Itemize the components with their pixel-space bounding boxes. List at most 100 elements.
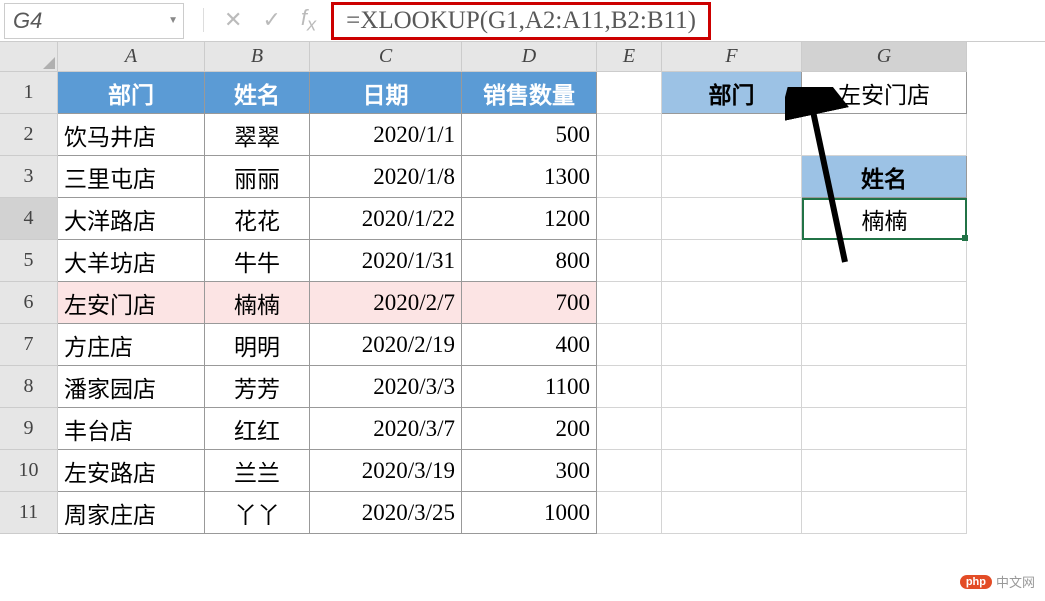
cell-B5[interactable]: 牛牛 bbox=[205, 240, 310, 282]
cell-C3[interactable]: 2020/1/8 bbox=[310, 156, 462, 198]
cell-G7[interactable] bbox=[802, 324, 967, 366]
cell-C1[interactable]: 日期 bbox=[310, 72, 462, 114]
col-header-A[interactable]: A bbox=[58, 42, 205, 72]
cell-D11[interactable]: 1000 bbox=[462, 492, 597, 534]
row-header-9[interactable]: 9 bbox=[0, 408, 58, 450]
cell-F2[interactable] bbox=[662, 114, 802, 156]
name-box-dropdown-icon[interactable]: ▼ bbox=[168, 15, 178, 26]
col-header-C[interactable]: C bbox=[310, 42, 462, 72]
cell-A1[interactable]: 部门 bbox=[58, 72, 205, 114]
cell-C10[interactable]: 2020/3/19 bbox=[310, 450, 462, 492]
cell-A6[interactable]: 左安门店 bbox=[58, 282, 205, 324]
cell-A10[interactable]: 左安路店 bbox=[58, 450, 205, 492]
cell-C4[interactable]: 2020/1/22 bbox=[310, 198, 462, 240]
col-header-F[interactable]: F bbox=[662, 42, 802, 72]
cell-A4[interactable]: 大洋路店 bbox=[58, 198, 205, 240]
cell-B1[interactable]: 姓名 bbox=[205, 72, 310, 114]
cell-C2[interactable]: 2020/1/1 bbox=[310, 114, 462, 156]
cell-A7[interactable]: 方庄店 bbox=[58, 324, 205, 366]
cell-G5[interactable] bbox=[802, 240, 967, 282]
cell-D7[interactable]: 400 bbox=[462, 324, 597, 366]
cell-B4[interactable]: 花花 bbox=[205, 198, 310, 240]
cell-C6[interactable]: 2020/2/7 bbox=[310, 282, 462, 324]
cell-E4[interactable] bbox=[597, 198, 662, 240]
cell-D4[interactable]: 1200 bbox=[462, 198, 597, 240]
cell-G11[interactable] bbox=[802, 492, 967, 534]
cell-D5[interactable]: 800 bbox=[462, 240, 597, 282]
cell-F1[interactable]: 部门 bbox=[662, 72, 802, 114]
cell-A5[interactable]: 大羊坊店 bbox=[58, 240, 205, 282]
row-header-8[interactable]: 8 bbox=[0, 366, 58, 408]
cell-G8[interactable] bbox=[802, 366, 967, 408]
cell-G9[interactable] bbox=[802, 408, 967, 450]
cell-E8[interactable] bbox=[597, 366, 662, 408]
cell-D1[interactable]: 销售数量 bbox=[462, 72, 597, 114]
cell-B8[interactable]: 芳芳 bbox=[205, 366, 310, 408]
cell-F4[interactable] bbox=[662, 198, 802, 240]
fx-icon[interactable]: fx bbox=[301, 5, 316, 35]
row-header-2[interactable]: 2 bbox=[0, 114, 58, 156]
cell-B10[interactable]: 兰兰 bbox=[205, 450, 310, 492]
cell-F10[interactable] bbox=[662, 450, 802, 492]
cell-E11[interactable] bbox=[597, 492, 662, 534]
cell-F11[interactable] bbox=[662, 492, 802, 534]
col-header-E[interactable]: E bbox=[597, 42, 662, 72]
cell-E5[interactable] bbox=[597, 240, 662, 282]
cell-A8[interactable]: 潘家园店 bbox=[58, 366, 205, 408]
row-header-7[interactable]: 7 bbox=[0, 324, 58, 366]
row-header-1[interactable]: 1 bbox=[0, 72, 58, 114]
cell-C5[interactable]: 2020/1/31 bbox=[310, 240, 462, 282]
enter-icon[interactable]: ✓ bbox=[262, 7, 280, 33]
cell-B11[interactable]: 丫丫 bbox=[205, 492, 310, 534]
cell-A9[interactable]: 丰台店 bbox=[58, 408, 205, 450]
row-header-11[interactable]: 11 bbox=[0, 492, 58, 534]
cell-A2[interactable]: 饮马井店 bbox=[58, 114, 205, 156]
cell-C7[interactable]: 2020/2/19 bbox=[310, 324, 462, 366]
cell-C9[interactable]: 2020/3/7 bbox=[310, 408, 462, 450]
cell-G4-selected[interactable]: 楠楠 bbox=[802, 198, 967, 240]
cell-E10[interactable] bbox=[597, 450, 662, 492]
row-header-10[interactable]: 10 bbox=[0, 450, 58, 492]
cell-A11[interactable]: 周家庄店 bbox=[58, 492, 205, 534]
cell-B9[interactable]: 红红 bbox=[205, 408, 310, 450]
row-header-3[interactable]: 3 bbox=[0, 156, 58, 198]
formula-input-area[interactable]: =XLOOKUP(G1,A2:A11,B2:B11) bbox=[331, 2, 1045, 40]
col-header-D[interactable]: D bbox=[462, 42, 597, 72]
cell-D3[interactable]: 1300 bbox=[462, 156, 597, 198]
cell-G6[interactable] bbox=[802, 282, 967, 324]
cell-B2[interactable]: 翠翠 bbox=[205, 114, 310, 156]
row-header-4[interactable]: 4 bbox=[0, 198, 58, 240]
cell-E7[interactable] bbox=[597, 324, 662, 366]
cell-B6[interactable]: 楠楠 bbox=[205, 282, 310, 324]
cell-D6[interactable]: 700 bbox=[462, 282, 597, 324]
cell-G1[interactable]: 左安门店 bbox=[802, 72, 967, 114]
cell-D8[interactable]: 1100 bbox=[462, 366, 597, 408]
col-header-B[interactable]: B bbox=[205, 42, 310, 72]
cell-E6[interactable] bbox=[597, 282, 662, 324]
cell-G3[interactable]: 姓名 bbox=[802, 156, 967, 198]
name-box[interactable]: G4 ▼ bbox=[4, 3, 184, 39]
col-header-G[interactable]: G bbox=[802, 42, 967, 72]
cell-A3[interactable]: 三里屯店 bbox=[58, 156, 205, 198]
cell-C11[interactable]: 2020/3/25 bbox=[310, 492, 462, 534]
select-all-corner[interactable] bbox=[0, 42, 58, 72]
cell-F8[interactable] bbox=[662, 366, 802, 408]
cell-F5[interactable] bbox=[662, 240, 802, 282]
cell-F7[interactable] bbox=[662, 324, 802, 366]
cell-F6[interactable] bbox=[662, 282, 802, 324]
cell-F3[interactable] bbox=[662, 156, 802, 198]
cell-G2[interactable] bbox=[802, 114, 967, 156]
cell-G10[interactable] bbox=[802, 450, 967, 492]
cell-D10[interactable]: 300 bbox=[462, 450, 597, 492]
cell-C8[interactable]: 2020/3/3 bbox=[310, 366, 462, 408]
row-header-5[interactable]: 5 bbox=[0, 240, 58, 282]
cancel-icon[interactable]: ✕ bbox=[224, 7, 242, 33]
cell-D9[interactable]: 200 bbox=[462, 408, 597, 450]
cell-E2[interactable] bbox=[597, 114, 662, 156]
cell-E3[interactable] bbox=[597, 156, 662, 198]
cell-E9[interactable] bbox=[597, 408, 662, 450]
cell-F9[interactable] bbox=[662, 408, 802, 450]
cell-E1[interactable] bbox=[597, 72, 662, 114]
row-header-6[interactable]: 6 bbox=[0, 282, 58, 324]
cell-D2[interactable]: 500 bbox=[462, 114, 597, 156]
